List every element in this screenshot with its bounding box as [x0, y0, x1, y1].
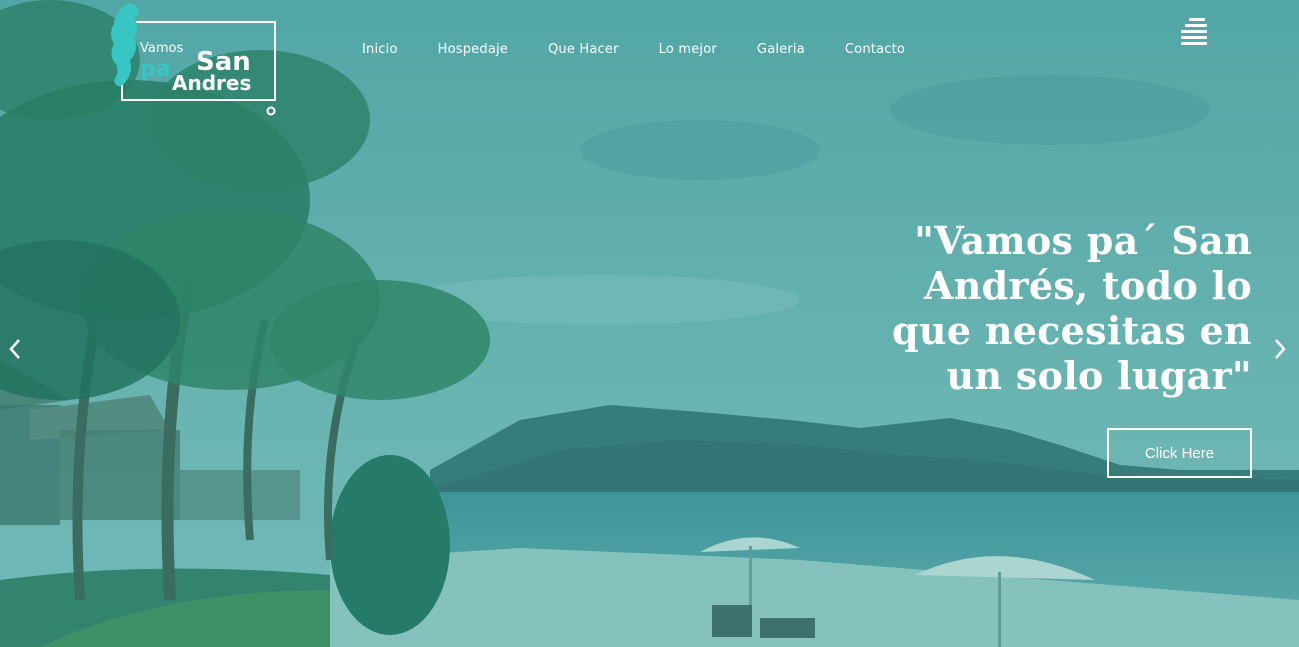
site-logo[interactable]: Vamos pa San Andres	[100, 0, 282, 120]
click-here-button[interactable]: Click Here	[1107, 428, 1252, 478]
logo-word-pa: pa	[140, 57, 171, 82]
nav-link-lo-mejor[interactable]: Lo mejor	[659, 42, 717, 57]
hero-slider: Vamos pa San Andres Inicio Hospedaje Que…	[0, 0, 1299, 647]
chevron-right-icon[interactable]	[1270, 336, 1290, 362]
logo-word-andres: Andres	[172, 71, 251, 95]
hero-headline: "Vamos pa´ San Andrés, todo lo que neces…	[892, 218, 1252, 398]
seahorse-icon	[111, 3, 139, 87]
nav-link-que-hacer[interactable]: Que Hacer	[548, 42, 619, 57]
logo-word-vamos: Vamos	[140, 41, 183, 56]
nav-link-galeria[interactable]: Galeria	[757, 42, 805, 57]
nav-link-contacto[interactable]: Contacto	[845, 42, 905, 57]
nav-link-inicio[interactable]: Inicio	[362, 42, 398, 57]
chevron-left-icon[interactable]	[5, 336, 25, 362]
hamburger-menu-icon[interactable]	[1181, 18, 1207, 46]
main-nav: Inicio Hospedaje Que Hacer Lo mejor Gale…	[362, 42, 945, 57]
nav-link-hospedaje[interactable]: Hospedaje	[438, 42, 508, 57]
